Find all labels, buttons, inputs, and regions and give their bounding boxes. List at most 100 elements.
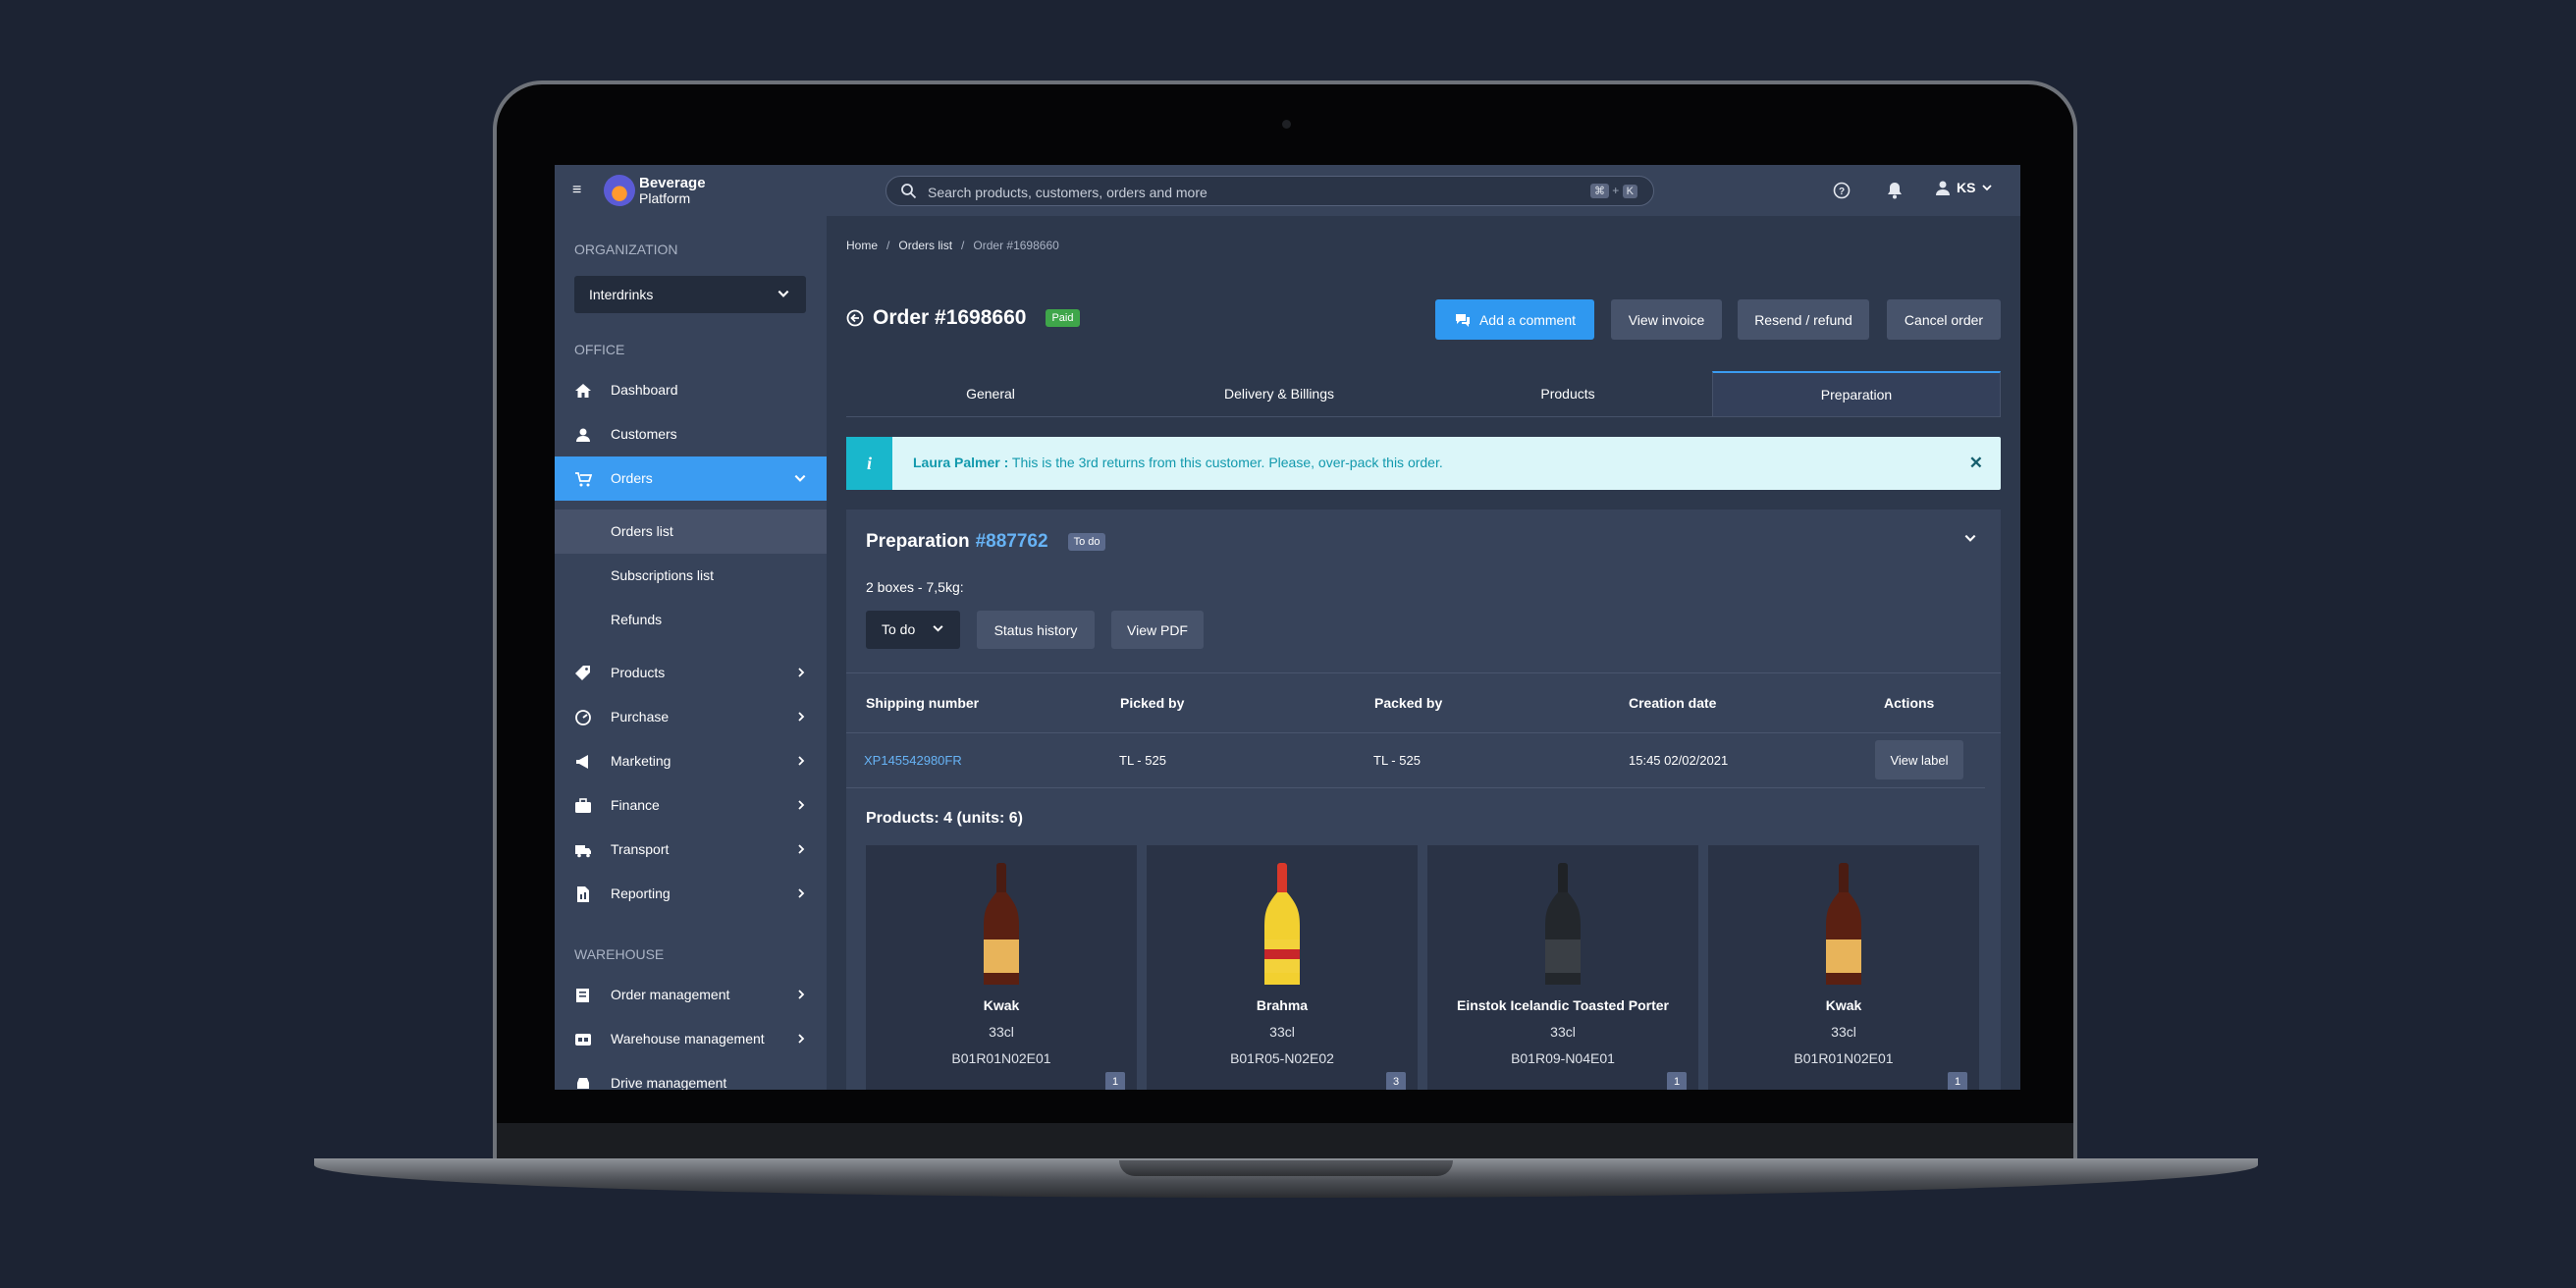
alert-text: Laura Palmer : This is the 3rd returns f… xyxy=(913,455,1443,470)
sidebar-subitem-refunds[interactable]: Refunds xyxy=(555,598,827,642)
resend-refund-label: Resend / refund xyxy=(1754,311,1852,328)
sidebar-item-label: Transport xyxy=(611,841,670,857)
back-icon[interactable] xyxy=(846,309,864,327)
laptop-notch xyxy=(1119,1160,1453,1176)
search-input[interactable] xyxy=(926,181,1519,203)
sidebar-item-products[interactable]: Products xyxy=(555,651,827,695)
logo xyxy=(604,175,635,206)
comment-icon xyxy=(1455,313,1470,327)
sidebar-item-dashboard[interactable]: Dashboard xyxy=(555,368,827,412)
tab-preparation[interactable]: Preparation xyxy=(1712,371,2001,416)
view-invoice-button[interactable]: View invoice xyxy=(1611,299,1722,340)
shortcut-plus: + xyxy=(1612,184,1620,197)
menu-icon[interactable]: ≡ xyxy=(572,183,587,198)
quantity-badge: 1 xyxy=(1105,1072,1125,1090)
bottle-icon xyxy=(1264,863,1300,985)
user-menu[interactable]: KS xyxy=(1935,180,1993,195)
breadcrumb-orders-list[interactable]: Orders list xyxy=(898,239,952,252)
sidebar-item-label: Reporting xyxy=(611,886,671,901)
column-header: Packed by xyxy=(1374,695,1443,711)
sidebar-item-label: Order management xyxy=(611,987,730,1002)
sidebar-subitem-subscriptions[interactable]: Subscriptions list xyxy=(555,554,827,598)
view-label-button[interactable]: View label xyxy=(1875,740,1963,779)
tab-label: Preparation xyxy=(1820,387,1893,402)
product-sku: B01R01N02E01 xyxy=(951,1050,1051,1066)
sidebar-subitem-orders-list[interactable]: Orders list xyxy=(555,510,827,554)
preparation-number[interactable]: #887762 xyxy=(976,531,1048,553)
page-title: Order #1698660 Paid xyxy=(846,306,1080,330)
sidebar-item-label: Purchase xyxy=(611,709,670,724)
sidebar-item-reporting[interactable]: Reporting xyxy=(555,872,827,916)
cancel-order-button[interactable]: Cancel order xyxy=(1887,299,2001,340)
breadcrumb: Home / Orders list / Order #1698660 xyxy=(846,239,1059,252)
sidebar-item-label: Warehouse management xyxy=(611,1031,765,1046)
home-icon xyxy=(575,384,591,398)
tab-delivery-billings[interactable]: Delivery & Billings xyxy=(1135,371,1423,416)
sidebar-item-order-management[interactable]: Order management xyxy=(555,973,827,1017)
app-screen: ≡ Beverage Platform ⌘ + K ? KS ORGANIZAT… xyxy=(555,165,2020,1090)
search-bar[interactable]: ⌘ + K xyxy=(886,176,1654,206)
status-history-button[interactable]: Status history xyxy=(977,611,1095,649)
sidebar-item-warehouse-management[interactable]: Warehouse management xyxy=(555,1017,827,1061)
sidebar-subitem-label: Refunds xyxy=(611,612,663,627)
sidebar-item-transport[interactable]: Transport xyxy=(555,828,827,872)
svg-text:?: ? xyxy=(1839,187,1845,197)
tag-icon xyxy=(575,666,590,680)
status-select[interactable]: To do xyxy=(866,611,960,649)
view-pdf-label: View PDF xyxy=(1127,621,1188,638)
tab-label: Delivery & Billings xyxy=(1223,386,1335,402)
bell-icon[interactable] xyxy=(1885,181,1905,200)
close-icon[interactable]: ✕ xyxy=(1969,454,1983,473)
product-card[interactable]: Kwak 33cl B01R01N02E01 1 xyxy=(866,845,1137,1090)
column-header: Actions xyxy=(1884,695,1935,711)
camera xyxy=(1282,120,1291,129)
warehouse-icon xyxy=(575,1034,591,1046)
picked-by: TL - 525 xyxy=(1119,753,1166,768)
sidebar-item-drive-management[interactable]: Drive management xyxy=(555,1061,827,1090)
column-header: Creation date xyxy=(1629,695,1717,711)
organization-select[interactable]: Interdrinks xyxy=(574,276,806,313)
tab-label: General xyxy=(966,386,1015,402)
tabs: General Delivery & Billings Products Pre… xyxy=(846,371,2001,417)
sidebar-item-label: Marketing xyxy=(611,753,671,769)
table-header: Shipping number Picked by Packed by Crea… xyxy=(846,672,2001,733)
sidebar-item-purchase[interactable]: Purchase xyxy=(555,695,827,739)
sidebar-item-label: Finance xyxy=(611,797,660,813)
help-icon[interactable]: ? xyxy=(1832,181,1852,200)
product-card[interactable]: Einstok Icelandic Toasted Porter 33cl B0… xyxy=(1427,845,1698,1090)
product-card[interactable]: Kwak 33cl B01R01N02E01 1 xyxy=(1708,845,1979,1090)
breadcrumb-home[interactable]: Home xyxy=(846,239,878,252)
shipping-number-link[interactable]: XP145542980FR xyxy=(864,753,962,768)
view-pdf-button[interactable]: View PDF xyxy=(1111,611,1204,649)
sidebar-item-orders[interactable]: Orders xyxy=(555,456,827,501)
preparation-header: Preparation #887762 To do xyxy=(866,531,1106,553)
chevron-right-icon xyxy=(798,888,805,898)
sidebar-item-customers[interactable]: Customers xyxy=(555,412,827,456)
tab-products[interactable]: Products xyxy=(1423,371,1712,416)
product-name: Einstok Icelandic Toasted Porter xyxy=(1456,997,1670,1013)
product-size: 33cl xyxy=(1831,1024,1856,1040)
brand: Beverage Platform xyxy=(639,176,706,206)
sidebar-subitem-label: Orders list xyxy=(611,523,673,539)
product-size: 33cl xyxy=(1550,1024,1576,1040)
resend-refund-button[interactable]: Resend / refund xyxy=(1738,299,1869,340)
sidebar-item-label: Products xyxy=(611,665,666,680)
product-sku: B01R01N02E01 xyxy=(1794,1050,1894,1066)
chevron-down-icon xyxy=(933,625,943,632)
chevron-down-icon[interactable] xyxy=(1963,531,1977,545)
bottle-label xyxy=(984,939,1019,973)
packed-by: TL - 525 xyxy=(1373,753,1421,768)
product-card[interactable]: Brahma 33cl B01R05-N02E02 3 xyxy=(1147,845,1418,1090)
add-comment-button[interactable]: Add a comment xyxy=(1435,299,1594,340)
quantity-badge: 1 xyxy=(1667,1072,1687,1090)
tab-general[interactable]: General xyxy=(846,371,1135,416)
chevron-right-icon xyxy=(798,712,805,722)
status-select-value: To do xyxy=(882,621,916,637)
brand-name: Beverage xyxy=(639,175,706,191)
sidebar-item-finance[interactable]: Finance xyxy=(555,783,827,828)
product-size: 33cl xyxy=(1269,1024,1295,1040)
user-initials: KS xyxy=(1957,180,1976,195)
sidebar-item-marketing[interactable]: Marketing xyxy=(555,739,827,783)
laptop-chin xyxy=(497,1123,2073,1160)
report-icon xyxy=(577,886,589,902)
